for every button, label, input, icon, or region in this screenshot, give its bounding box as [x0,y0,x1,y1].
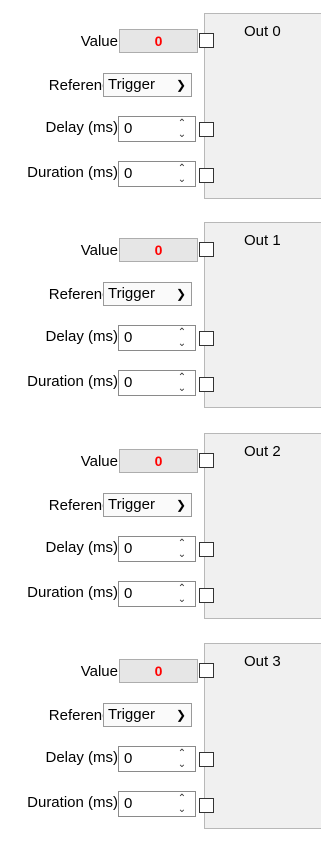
spin-arrows-icon[interactable]: ⌃ ⌄ [175,372,189,394]
spin-arrows-icon[interactable]: ⌃ ⌄ [175,538,189,560]
value-checkbox[interactable] [199,33,214,48]
delay-checkbox[interactable] [199,752,214,767]
chevron-down-icon: ❯ [175,287,186,301]
value-label: Value [80,663,118,680]
spin-arrows-icon[interactable]: ⌃ ⌄ [175,793,189,815]
duration-stepper[interactable]: 0 ⌃ ⌄ [118,581,196,607]
reference-selected: Trigger [108,706,155,723]
delay-label: Delay (ms) [45,749,118,766]
duration-checkbox[interactable] [199,588,214,603]
value-label: Value [80,453,118,470]
spin-arrows-icon[interactable]: ⌃ ⌄ [175,327,189,349]
delay-checkbox[interactable] [199,122,214,137]
reference-selected: Trigger [108,285,155,302]
output-panel: Out 0 [204,13,321,199]
reference-select[interactable]: Trigger ❯ [103,703,192,727]
delay-stepper[interactable]: 0 ⌃ ⌄ [118,116,196,142]
value-checkbox[interactable] [199,663,214,678]
duration-label: Duration (ms) [27,164,118,181]
duration-value: 0 [124,165,133,182]
output-group: Out 2 Value 0 Reference Trigger ❯ Delay … [0,433,321,633]
value-display: 0 [119,449,198,473]
delay-checkbox[interactable] [199,331,214,346]
duration-value: 0 [124,374,133,391]
duration-label: Duration (ms) [27,373,118,390]
duration-value: 0 [124,795,133,812]
delay-value: 0 [124,329,133,346]
duration-stepper[interactable]: 0 ⌃ ⌄ [118,370,196,396]
delay-checkbox[interactable] [199,542,214,557]
output-title: Out 0 [244,23,281,40]
chevron-down-icon: ❯ [175,708,186,722]
delay-label: Delay (ms) [45,539,118,556]
delay-label: Delay (ms) [45,328,118,345]
delay-stepper[interactable]: 0 ⌃ ⌄ [118,536,196,562]
output-group: Out 0 Value 0 Reference Trigger ❯ Delay … [0,13,321,213]
spin-arrows-icon[interactable]: ⌃ ⌄ [175,118,189,140]
chevron-down-icon: ❯ [175,498,186,512]
duration-stepper[interactable]: 0 ⌃ ⌄ [118,791,196,817]
duration-label: Duration (ms) [27,584,118,601]
reference-selected: Trigger [108,76,155,93]
value-display: 0 [119,238,198,262]
duration-label: Duration (ms) [27,794,118,811]
output-panel: Out 3 [204,643,321,829]
duration-value: 0 [124,585,133,602]
duration-checkbox[interactable] [199,798,214,813]
duration-checkbox[interactable] [199,168,214,183]
spin-arrows-icon[interactable]: ⌃ ⌄ [175,583,189,605]
delay-stepper[interactable]: 0 ⌃ ⌄ [118,746,196,772]
delay-value: 0 [124,120,133,137]
spin-arrows-icon[interactable]: ⌃ ⌄ [175,163,189,185]
output-group: Out 3 Value 0 Reference Trigger ❯ Delay … [0,643,321,843]
reference-select[interactable]: Trigger ❯ [103,493,192,517]
value-label: Value [80,33,118,50]
delay-value: 0 [124,540,133,557]
output-panel: Out 2 [204,433,321,619]
value-checkbox[interactable] [199,453,214,468]
duration-stepper[interactable]: 0 ⌃ ⌄ [118,161,196,187]
output-title: Out 2 [244,443,281,460]
reference-selected: Trigger [108,496,155,513]
output-group: Out 1 Value 0 Reference Trigger ❯ Delay … [0,222,321,422]
delay-stepper[interactable]: 0 ⌃ ⌄ [118,325,196,351]
output-title: Out 3 [244,653,281,670]
output-title: Out 1 [244,232,281,249]
value-label: Value [80,242,118,259]
spin-arrows-icon[interactable]: ⌃ ⌄ [175,748,189,770]
output-panel: Out 1 [204,222,321,408]
value-display: 0 [119,29,198,53]
delay-value: 0 [124,750,133,767]
reference-select[interactable]: Trigger ❯ [103,73,192,97]
value-checkbox[interactable] [199,242,214,257]
delay-label: Delay (ms) [45,119,118,136]
duration-checkbox[interactable] [199,377,214,392]
reference-select[interactable]: Trigger ❯ [103,282,192,306]
value-display: 0 [119,659,198,683]
chevron-down-icon: ❯ [175,78,186,92]
